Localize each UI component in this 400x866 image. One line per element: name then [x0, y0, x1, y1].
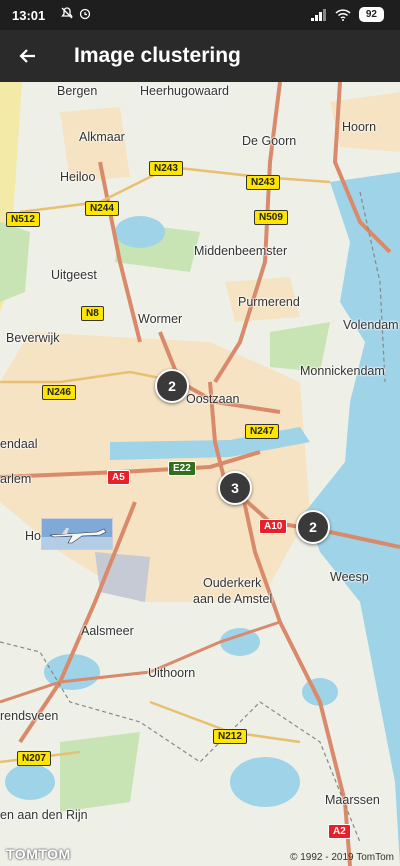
place-label: Alkmaar — [79, 130, 125, 144]
place-label: Hoorn — [342, 120, 377, 134]
road-shield: N207 — [17, 751, 51, 766]
map-background — [0, 82, 400, 866]
road-shield: A5 — [107, 470, 130, 485]
tomtom-logo: TOMTOM — [6, 846, 71, 862]
airplane-photo — [42, 519, 112, 549]
map-copyright: © 1992 - 2019 TomTom — [290, 852, 394, 863]
battery-indicator: 92 — [358, 7, 384, 22]
cluster-oostzaan[interactable]: 2 — [155, 369, 189, 403]
place-label: Monnickendam — [300, 364, 385, 378]
place-label: Weesp — [330, 570, 369, 584]
place-label: Bergen — [57, 84, 98, 98]
signal-icon — [310, 8, 326, 21]
place-label: rendsveen — [0, 709, 59, 723]
page-title: Image clustering — [74, 44, 241, 67]
status-time: 13:01 — [12, 8, 46, 23]
road-shield: A10 — [259, 519, 288, 534]
map-view[interactable]: Bergen Heerhugowaard Alkmaar De Goorn Hoorn H… — [0, 82, 400, 866]
status-bar: 13:01 92 — [0, 0, 400, 30]
road-shield: N244 — [85, 201, 119, 216]
place-label: aan de Amstel — [193, 592, 273, 606]
status-right-icons: 92 — [310, 7, 384, 22]
cluster-count: 2 — [168, 378, 176, 394]
cluster-count: 2 — [309, 519, 317, 535]
road-shield: N509 — [254, 210, 288, 225]
place-label: Purmerend — [238, 295, 300, 309]
road-shield: A2 — [328, 824, 351, 839]
road-shield: N243 — [246, 175, 280, 190]
cluster-count: 3 — [231, 480, 239, 496]
alarm-clock-icon — [79, 8, 91, 20]
road-shield: E22 — [168, 461, 196, 476]
road-shield: N247 — [245, 424, 279, 439]
place-label: Heiloo — [60, 170, 96, 184]
place-label: Oostzaan — [186, 392, 240, 406]
place-label: Uithoorn — [148, 666, 196, 680]
wifi-icon — [335, 8, 351, 21]
cluster-amsterdam-east[interactable]: 2 — [296, 510, 330, 544]
road-shield: N243 — [149, 161, 183, 176]
arrow-left-icon — [19, 49, 35, 63]
app-bar: Image clustering — [0, 30, 400, 82]
status-notification-icons — [60, 6, 92, 20]
place-label: arlem — [0, 472, 32, 486]
road-shield: N246 — [42, 385, 76, 400]
place-label: Uitgeest — [51, 268, 97, 282]
place-label: Aalsmeer — [81, 624, 134, 638]
back-button[interactable] — [10, 38, 46, 74]
place-label: Heerhugowaard — [140, 84, 229, 98]
place-label: De Goorn — [242, 134, 297, 148]
place-label: endaal — [0, 437, 38, 451]
place-label: Maarssen — [325, 793, 380, 807]
place-label: Wormer — [138, 312, 183, 326]
place-label: en aan den Rijn — [0, 808, 88, 822]
road-shield: N512 — [6, 212, 40, 227]
place-label: Ouderkerk — [203, 576, 262, 590]
photo-thumbnail-marker[interactable] — [41, 518, 113, 550]
place-label: Beverwijk — [6, 331, 60, 345]
road-shield: N8 — [81, 306, 104, 321]
cluster-amsterdam-center[interactable]: 3 — [218, 471, 252, 505]
place-label: Middenbeemster — [194, 244, 288, 258]
mute-bell-icon — [61, 7, 73, 19]
road-shield: N212 — [213, 729, 247, 744]
place-label: Volendam — [343, 318, 399, 332]
